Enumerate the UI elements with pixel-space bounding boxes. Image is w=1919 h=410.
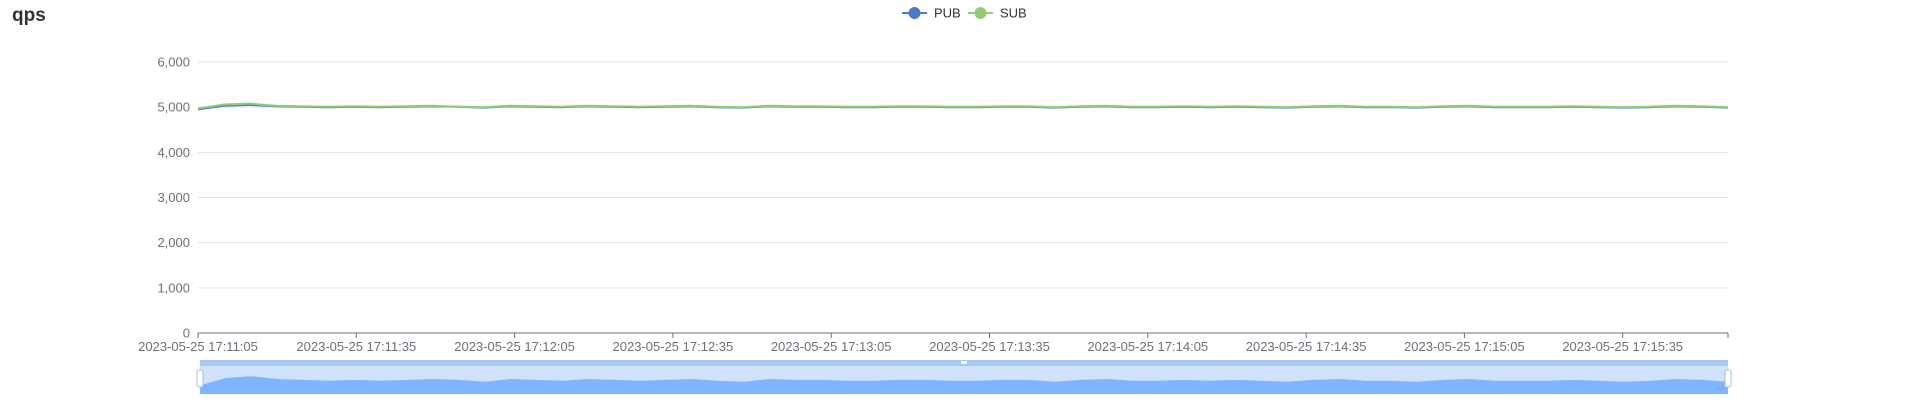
y-tick-label: 2,000	[157, 235, 190, 250]
x-tick-label: 2023-05-25 17:13:05	[771, 339, 892, 354]
y-axis: 01,0002,0003,0004,0005,0006,000	[157, 55, 190, 341]
y-tick-label: 5,000	[157, 100, 190, 115]
x-tick-label: 2023-05-25 17:12:05	[454, 339, 575, 354]
x-tick-label: 2023-05-25 17:11:05	[138, 339, 258, 354]
zoom-move-grip[interactable]	[961, 361, 967, 364]
x-tick-label: 2023-05-25 17:15:35	[1562, 339, 1683, 354]
x-tick-label: 2023-05-25 17:14:35	[1246, 339, 1367, 354]
legend-label: SUB	[1000, 6, 1027, 21]
qps-line-chart: PUB SUB 01,0002,0003,0004,0005,0006,000 2…	[138, 6, 1732, 394]
plot-area	[197, 102, 1729, 111]
y-tick-label: 6,000	[157, 55, 190, 70]
x-tick-label: 2023-05-25 17:11:35	[296, 339, 416, 354]
x-tick-label: 2023-05-25 17:14:05	[1087, 339, 1208, 354]
x-tick-label: 2023-05-25 17:15:05	[1404, 339, 1525, 354]
y-tick-label: 3,000	[157, 190, 190, 205]
datazoom-slider[interactable]	[196, 360, 1732, 394]
x-tick-label: 2023-05-25 17:12:35	[613, 339, 734, 354]
chart-legend[interactable]: PUB SUB	[902, 6, 1027, 21]
legend-item-pub[interactable]: PUB	[902, 6, 961, 21]
y-tick-label: 1,000	[157, 280, 190, 295]
legend-item-sub[interactable]: SUB	[968, 6, 1027, 21]
x-tick-label: 2023-05-25 17:13:35	[929, 339, 1050, 354]
legend-label: PUB	[934, 6, 961, 21]
chart-grid	[198, 61, 1728, 289]
zoom-handle-left[interactable]	[196, 369, 204, 388]
legend-symbol	[908, 7, 921, 19]
zoom-handle-right[interactable]	[1724, 369, 1732, 388]
y-tick-label: 4,000	[157, 145, 190, 160]
legend-symbol	[974, 7, 987, 19]
x-axis: 2023-05-25 17:11:05 2023-05-25 17:11:35 20…	[138, 332, 1729, 354]
